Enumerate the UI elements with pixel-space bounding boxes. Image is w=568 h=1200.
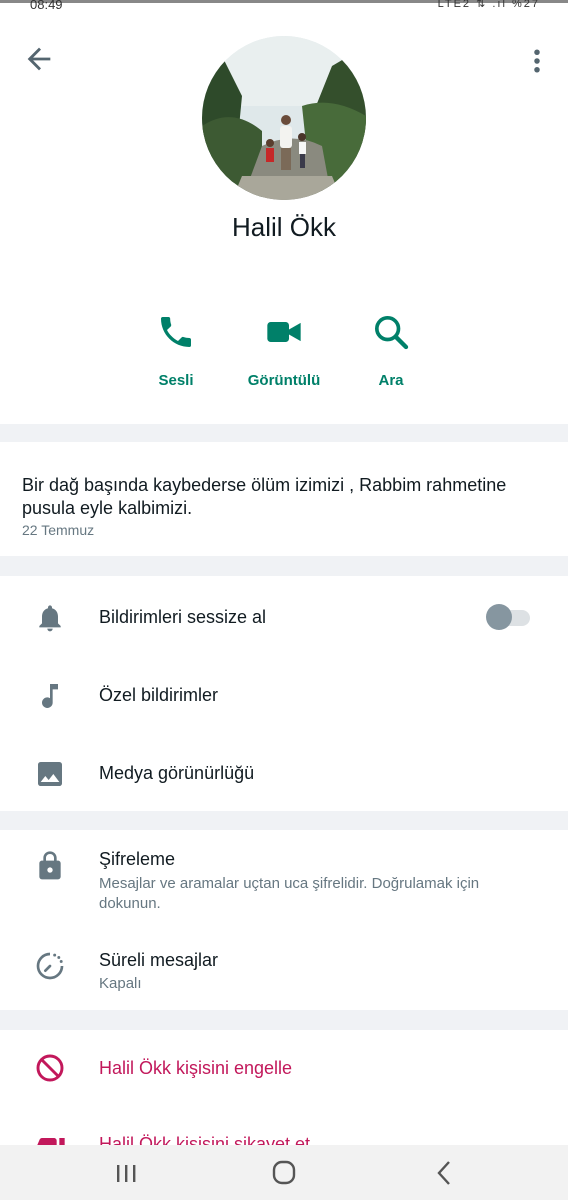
- image-icon: [38, 762, 62, 786]
- disappearing-messages-subtitle: Kapalı: [99, 975, 142, 992]
- mute-toggle-knob: [486, 604, 512, 630]
- report-contact-label: Halil Ökk kişisini şikayet et: [99, 1134, 311, 1145]
- more-options-button[interactable]: [522, 44, 552, 78]
- about-date: 22 Temmuz: [22, 522, 95, 538]
- thumbs-down-icon: [37, 1138, 65, 1145]
- custom-notifications-row[interactable]: Özel bildirimler: [0, 666, 568, 726]
- encryption-title: Şifreleme: [99, 849, 176, 869]
- nav-back-icon: [437, 1161, 450, 1185]
- encryption-subtitle: Mesajlar ve aramalar uçtan uca şifrelidi…: [99, 875, 480, 912]
- mute-notifications-row[interactable]: Bildirimleri sessize al: [0, 588, 568, 648]
- video-camera-icon: [267, 322, 301, 342]
- mute-notifications-label: Bildirimleri sessize al: [99, 607, 267, 627]
- search-icon: [375, 316, 409, 350]
- disappearing-messages-title: Süreli mesajlar: [99, 950, 219, 970]
- system-navigation-bar: [0, 1145, 568, 1200]
- mute-toggle[interactable]: [486, 604, 530, 630]
- report-contact-row[interactable]: Halil Ökk kişisini şikayet et: [0, 1120, 568, 1145]
- media-visibility-label: Medya görünürlüğü: [99, 763, 255, 783]
- recents-button[interactable]: [106, 1157, 146, 1189]
- timer-icon: [36, 952, 64, 980]
- custom-notifications-label: Özel bildirimler: [99, 685, 219, 705]
- about-text: Bir dağ başında kaybederse ölüm izimizi …: [22, 475, 507, 518]
- disappearing-messages-row[interactable]: Süreli mesajlar Kapalı: [0, 938, 568, 1004]
- search-label: Ara: [378, 372, 404, 389]
- back-button[interactable]: [22, 42, 56, 76]
- bell-icon: [39, 605, 61, 632]
- recents-icon: [117, 1165, 136, 1182]
- home-icon: [272, 1160, 296, 1185]
- avatar[interactable]: [202, 36, 366, 200]
- status-indicators: LTE2 ⇅ .ıl %27: [437, 0, 540, 10]
- block-contact-label: Halil Ökk kişisini engelle: [99, 1058, 293, 1078]
- search-button[interactable]: Ara: [336, 312, 446, 389]
- block-icon: [36, 1054, 64, 1082]
- voice-call-button[interactable]: Sesli: [121, 312, 231, 389]
- video-call-button[interactable]: Görüntülü: [229, 312, 339, 389]
- video-call-label: Görüntülü: [247, 372, 321, 389]
- voice-call-label: Sesli: [158, 372, 194, 389]
- arrow-left-icon: [27, 47, 51, 71]
- phone-icon: [161, 317, 191, 347]
- music-note-icon: [42, 684, 58, 708]
- block-contact-row[interactable]: Halil Ökk kişisini engelle: [0, 1040, 568, 1096]
- encryption-row[interactable]: Şifreleme Mesajlar ve aramalar uçtan uca…: [0, 838, 568, 928]
- lock-icon: [39, 851, 61, 880]
- more-vertical-icon: [534, 49, 540, 73]
- home-button[interactable]: [264, 1157, 304, 1189]
- status-time: 08:49: [30, 0, 63, 12]
- contact-name: Halil Ökk: [231, 212, 336, 242]
- media-visibility-row[interactable]: Medya görünürlüğü: [0, 744, 568, 804]
- nav-back-button[interactable]: [424, 1157, 464, 1189]
